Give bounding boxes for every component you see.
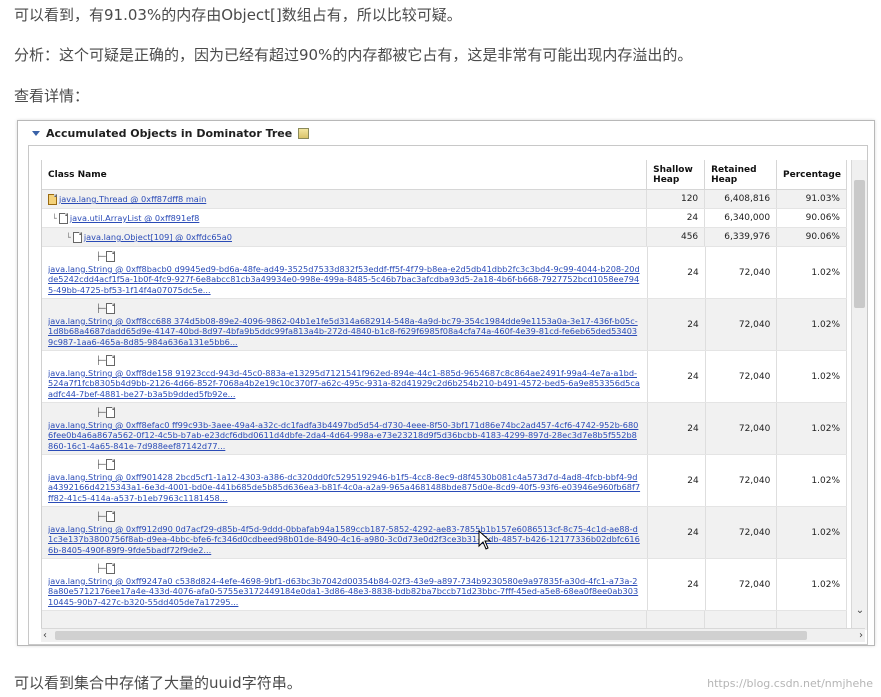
tree-branch: └ xyxy=(66,232,71,242)
dominator-table: Class Name Shallow Heap Retained Heap Pe… xyxy=(41,160,847,630)
mouse-pointer-icon xyxy=(478,530,492,550)
string-link[interactable]: java.lang.String @ 0xff8bacb0 d9945ed9-b… xyxy=(48,264,642,296)
col-shallow-heap[interactable]: Shallow Heap xyxy=(647,160,706,189)
vertical-scrollbar[interactable]: ⌄ xyxy=(851,160,867,630)
retained-value: 72,040 xyxy=(706,351,778,402)
percentage-value: 1.02% xyxy=(777,247,847,298)
shallow-value: 24 xyxy=(648,351,706,402)
string-link[interactable]: java.lang.String @ 0xff901428 2bcd5cf1-1… xyxy=(48,472,642,504)
tree-branch: ├─ xyxy=(96,562,117,576)
percentage-value: 91.03% xyxy=(777,190,847,208)
percentage-value: 1.02% xyxy=(777,455,847,506)
tree-branch: ├─ xyxy=(96,406,117,420)
table-row[interactable]: ├─ java.lang.String @ 0xff9247a0 c538d82… xyxy=(42,559,847,611)
tree-branch: ├─ xyxy=(96,458,117,472)
document-icon xyxy=(105,303,115,315)
table-row[interactable]: java.lang.Thread @ 0xff87dff8 main 120 6… xyxy=(42,190,847,209)
retained-value: 72,040 xyxy=(706,403,778,454)
document-icon xyxy=(105,407,115,419)
section-title: Accumulated Objects in Dominator Tree xyxy=(46,127,293,140)
paragraph-3: 查看详情： xyxy=(14,87,90,105)
col-percentage[interactable]: Percentage xyxy=(777,160,847,189)
shallow-value: 24 xyxy=(648,559,706,610)
percentage-value: 1.02% xyxy=(777,299,847,350)
vertical-scroll-thumb[interactable] xyxy=(854,180,865,308)
table-row[interactable]: ├─ java.lang.String @ 0xff8bacb0 d9945ed… xyxy=(42,247,847,299)
percentage-value: 90.06% xyxy=(777,209,847,227)
string-link[interactable]: java.lang.String @ 0xff8de158 91923ccd-9… xyxy=(48,368,642,400)
table-row[interactable]: └ java.lang.Object[109] @ 0xffdc65a0 456… xyxy=(42,228,847,247)
percentage-value: 1.02% xyxy=(777,507,847,558)
retained-value: 6,339,976 xyxy=(705,228,778,246)
document-icon xyxy=(58,212,68,224)
row-class-link[interactable]: java.lang.Thread @ 0xff87dff8 main xyxy=(59,194,206,204)
table-row[interactable]: ├─ java.lang.String @ 0xff912d90 0d7acf2… xyxy=(42,507,847,559)
string-link[interactable]: java.lang.String @ 0xff9247a0 c538d824-4… xyxy=(48,576,642,608)
string-link[interactable]: java.lang.String @ 0xff8efac0 ff99c93b-3… xyxy=(48,420,642,452)
table-row[interactable]: ├─ java.lang.String @ 0xff8de158 91923cc… xyxy=(42,351,847,403)
shallow-value: 24 xyxy=(648,247,706,298)
retained-value: 72,040 xyxy=(706,455,778,506)
document-icon xyxy=(105,511,115,523)
table-row[interactable]: ├─ java.lang.String @ 0xff901428 2bcd5cf… xyxy=(42,455,847,507)
table-row[interactable]: └ java.util.ArrayList @ 0xff891ef8 24 6,… xyxy=(42,209,847,228)
string-link[interactable]: java.lang.String @ 0xff912d90 0d7acf29-d… xyxy=(48,524,642,556)
paragraph-4: 可以看到集合中存储了大量的uuid字符串。 xyxy=(14,674,302,692)
horizontal-scrollbar[interactable]: ‹ › xyxy=(41,628,865,642)
paragraph-1: 可以看到，有91.03%的内存由Object[]数组占有，所以比较可疑。 xyxy=(14,6,462,24)
document-icon xyxy=(105,563,115,575)
retained-value: 6,408,816 xyxy=(705,190,778,208)
percentage-value: 1.02% xyxy=(777,559,847,610)
scroll-left-arrow-icon[interactable]: ‹ xyxy=(43,629,47,642)
thread-icon xyxy=(48,193,57,205)
string-link[interactable]: java.lang.String @ 0xff8cc688 374d5b08-8… xyxy=(48,316,642,348)
tree-branch: ├─ xyxy=(96,354,117,368)
percentage-value: 90.06% xyxy=(777,228,847,246)
row-class-link[interactable]: java.lang.Object[109] @ 0xffdc65a0 xyxy=(84,232,232,242)
horizontal-scroll-thumb[interactable] xyxy=(55,631,807,640)
tree-branch: ├─ xyxy=(96,302,117,316)
shallow-value: 120 xyxy=(647,190,706,208)
col-retained-heap[interactable]: Retained Heap xyxy=(705,160,778,189)
retained-value: 72,040 xyxy=(706,299,778,350)
retained-value: 6,340,000 xyxy=(705,209,778,227)
scroll-down-arrow-icon[interactable]: ⌄ xyxy=(853,604,867,618)
section-header[interactable]: Accumulated Objects in Dominator Tree xyxy=(32,127,310,140)
collapse-triangle-icon[interactable] xyxy=(32,131,40,136)
tree-branch: ├─ xyxy=(96,510,117,524)
shallow-value: 24 xyxy=(647,209,706,227)
table-row[interactable]: ├─ java.lang.String @ 0xff8efac0 ff99c93… xyxy=(42,403,847,455)
watermark: https://blog.csdn.net/nmjhehe xyxy=(707,677,873,690)
dominator-tree-panel: Accumulated Objects in Dominator Tree Cl… xyxy=(17,120,875,646)
document-icon xyxy=(105,355,115,367)
scroll-right-arrow-icon[interactable]: › xyxy=(859,629,863,642)
array-icon xyxy=(72,231,82,243)
tree-branch: └ xyxy=(52,213,57,223)
document-icon xyxy=(105,251,115,263)
paragraph-2: 分析：这个可疑是正确的，因为已经有超过90%的内存都被它占有，这是非常有可能出现… xyxy=(14,46,693,64)
col-class-name[interactable]: Class Name xyxy=(42,160,648,189)
retained-value: 72,040 xyxy=(706,247,778,298)
section-table-icon xyxy=(298,128,310,139)
percentage-value: 1.02% xyxy=(777,403,847,454)
document-icon xyxy=(105,459,115,471)
shallow-value: 24 xyxy=(648,507,706,558)
shallow-value: 24 xyxy=(648,299,706,350)
retained-value: 72,040 xyxy=(706,507,778,558)
retained-value: 72,040 xyxy=(706,559,778,610)
tree-branch: ├─ xyxy=(96,250,117,264)
shallow-value: 456 xyxy=(647,228,706,246)
table-row[interactable]: ├─ java.lang.String @ 0xff8cc688 374d5b0… xyxy=(42,299,847,351)
percentage-value: 1.02% xyxy=(777,351,847,402)
shallow-value: 24 xyxy=(648,403,706,454)
table-viewport: Class Name Shallow Heap Retained Heap Pe… xyxy=(28,145,868,645)
row-class-link[interactable]: java.util.ArrayList @ 0xff891ef8 xyxy=(70,213,200,223)
table-header: Class Name Shallow Heap Retained Heap Pe… xyxy=(42,160,847,190)
shallow-value: 24 xyxy=(648,455,706,506)
